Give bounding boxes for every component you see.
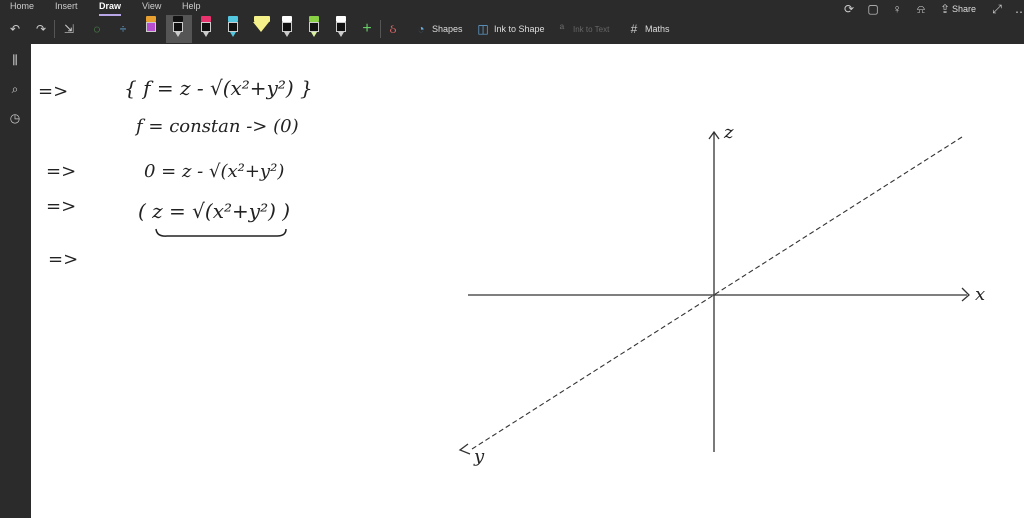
y-axis-dashed <box>471 136 963 450</box>
recent-icon[interactable]: ◷ <box>8 110 22 126</box>
pen-purple[interactable] <box>145 16 157 38</box>
sticky-note-icon[interactable]: ▢ <box>866 1 880 17</box>
ink-replay-icon[interactable]: ઠ <box>386 21 400 37</box>
type-select-icon[interactable]: ⇲ <box>62 21 76 37</box>
lasso-select-icon[interactable]: ◌ <box>90 21 104 37</box>
lightbulb-icon[interactable]: ♀ <box>890 1 904 17</box>
search-icon[interactable]: ⌕ <box>8 81 22 97</box>
x-label: x <box>975 284 986 305</box>
ink-to-text-icon: ª <box>559 22 565 36</box>
add-space-icon[interactable]: ÷ <box>116 21 130 37</box>
fullscreen-icon[interactable]: ⤢ <box>990 1 1004 17</box>
pen-white[interactable] <box>335 16 347 38</box>
shapes-icon: ◔ <box>417 22 425 36</box>
pen-green[interactable] <box>308 16 320 38</box>
undo-icon[interactable]: ↶ <box>8 21 22 37</box>
tab-help[interactable]: Help <box>182 1 201 11</box>
pen-cyan[interactable] <box>227 16 239 38</box>
highlighter-yellow[interactable] <box>253 16 271 38</box>
ink-to-shape-icon: ◫ <box>477 22 489 36</box>
tab-view[interactable]: View <box>142 1 161 11</box>
ink-to-shape-button[interactable]: ◫ Ink to Shape <box>476 18 544 40</box>
ink-to-text-button[interactable]: ª Ink to Text <box>555 18 610 40</box>
pen-black-selected[interactable] <box>172 16 184 38</box>
pen-pink[interactable] <box>200 16 212 38</box>
shapes-button[interactable]: ◔ Shapes <box>414 18 462 40</box>
sync-icon[interactable]: ⟳ <box>842 1 856 17</box>
notebooks-icon[interactable]: ⫼ <box>8 52 22 68</box>
pen-black[interactable] <box>281 16 293 38</box>
share-button[interactable]: ⇪ Share <box>938 0 976 20</box>
underbrace <box>155 228 287 237</box>
share-icon: ⇪ <box>939 2 951 16</box>
maths-icon: # <box>630 22 638 36</box>
bell-icon[interactable]: ⍾ <box>914 1 928 17</box>
add-pen-icon[interactable]: + <box>360 21 374 37</box>
redo-icon[interactable]: ↷ <box>34 21 48 37</box>
y-label: y <box>474 446 485 467</box>
tab-draw[interactable]: Draw <box>99 1 122 16</box>
ribbon: Home Insert Draw View Help ↶ ↷ ⇲ ◌ ÷ + ઠ… <box>0 0 1024 44</box>
more-icon[interactable]: ‥ <box>1012 1 1024 17</box>
left-rail: ⫼ ⌕ ◷ <box>0 44 31 518</box>
tab-insert[interactable]: Insert <box>55 1 78 11</box>
y-arrow <box>458 443 471 455</box>
z-label: z <box>724 122 734 143</box>
axes-sketch <box>155 130 970 455</box>
tab-home[interactable]: Home <box>10 1 34 11</box>
maths-button[interactable]: # Maths <box>627 18 670 40</box>
note-canvas[interactable]: => => => => { f = z - √(x²+y²) } f = con… <box>32 44 1024 518</box>
